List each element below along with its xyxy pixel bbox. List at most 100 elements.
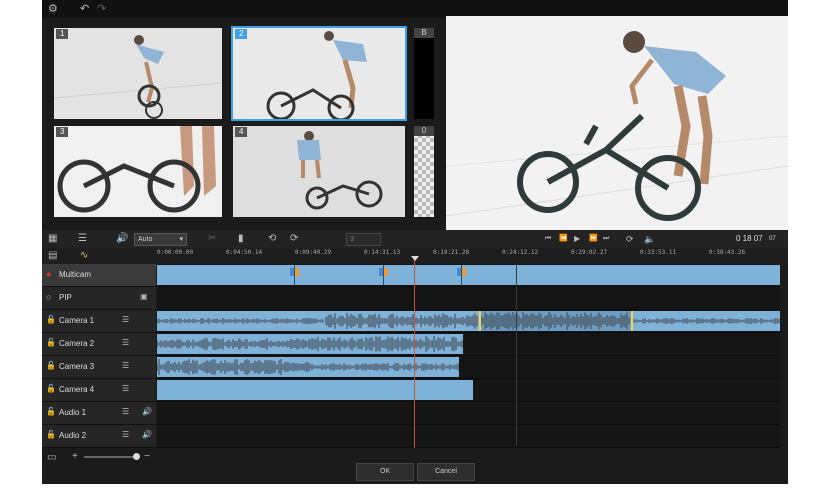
timeline-settings-icon[interactable]: ▤ (48, 250, 57, 262)
audio-clip[interactable] (157, 311, 325, 331)
track-header-audio-2[interactable]: 🔓 Audio 2 ☰ 🔊 (42, 425, 156, 448)
side-slot-b[interactable]: B (414, 28, 434, 119)
audio-clip[interactable] (157, 334, 310, 354)
list-settings-icon[interactable]: ☰ (78, 233, 87, 245)
track-pip: ○ PIP ▣ (42, 287, 788, 310)
go-to-end-icon[interactable]: ⏭ (603, 233, 609, 245)
camera-number-2: 2 (235, 29, 248, 39)
multicam-clip[interactable] (157, 265, 780, 285)
lock-icon[interactable]: 🔓 (46, 361, 56, 371)
storyboard-icon[interactable]: ▭ (47, 452, 56, 464)
ruler-tick-label: 0:19:21.28 (433, 249, 470, 256)
multicam-editor-window: ⚙ ↶ ↷ 1 2 B 3 4 0 ▦ ☰ 🔊 Auto ▾ ✂ ▮ ⟲ ⟳ 3… (42, 0, 788, 484)
switch-marker[interactable] (462, 268, 466, 276)
circle-icon[interactable]: ○ (46, 292, 51, 302)
track-header-multicam[interactable]: ● Multicam (42, 264, 156, 287)
timecode-display: 0 18 07 (736, 234, 763, 243)
number-stepper[interactable]: 3 (346, 233, 381, 246)
settings-gear-icon[interactable]: ⚙ (48, 2, 58, 16)
timeline-ruler[interactable]: 0:00:00.00 0:04:50.14 0:09:40.29 0:14:31… (157, 248, 780, 264)
track-header-camera-2[interactable]: 🔓 Camera 2 ☰ (42, 333, 156, 356)
lock-icon[interactable]: 🔓 (46, 407, 56, 417)
selected-audio-clip[interactable] (479, 311, 633, 331)
waveform (310, 336, 463, 352)
track-camera-4: 🔓 Camera 4 ☰ (42, 379, 788, 402)
rotate-right-icon[interactable]: ⟳ (290, 233, 298, 245)
step-back-icon[interactable]: ⏪ (559, 233, 568, 245)
switch-marker[interactable] (384, 268, 388, 276)
waveform (325, 313, 478, 329)
camera-view-2[interactable]: 2 (231, 26, 407, 121)
lock-icon[interactable]: 🔓 (46, 384, 56, 394)
audio-clip[interactable] (310, 334, 463, 354)
track-name: Camera 3 (59, 362, 95, 371)
playback-volume-icon[interactable]: 🔈 (644, 233, 655, 245)
camera-view-4[interactable]: 4 (233, 126, 405, 217)
track-settings-icon[interactable]: ☰ (122, 338, 129, 348)
zoom-out-icon[interactable]: − (144, 451, 150, 463)
track-settings-icon[interactable]: ☰ (122, 384, 129, 394)
marker-pin-icon[interactable]: ▮ (238, 233, 244, 245)
cancel-button[interactable]: Cancel (417, 463, 475, 481)
track-header-audio-1[interactable]: 🔓 Audio 1 ☰ 🔊 (42, 402, 156, 425)
camera-view-3[interactable]: 3 (54, 126, 222, 217)
track-lane-multicam[interactable] (157, 264, 780, 287)
lock-icon[interactable]: 🔓 (46, 315, 56, 325)
track-lane-camera-4[interactable] (157, 379, 780, 402)
track-settings-icon[interactable]: ☰ (122, 361, 129, 371)
camera-3-thumbnail (54, 126, 222, 217)
audio-clip[interactable] (157, 380, 310, 400)
camera-number-1: 1 (56, 29, 69, 39)
pip-icon[interactable]: ▣ (140, 292, 148, 302)
track-header-camera-4[interactable]: 🔓 Camera 4 ☰ (42, 379, 156, 402)
audio-wave-icon[interactable]: ∿ (80, 250, 88, 262)
track-lane-audio-1[interactable] (157, 402, 780, 425)
track-lane-audio-2[interactable] (157, 425, 780, 448)
rotate-left-icon[interactable]: ⟲ (268, 233, 276, 245)
audio-clip[interactable] (157, 357, 310, 377)
side-slot-transparent[interactable]: 0 (414, 126, 434, 217)
repeat-icon[interactable]: ⟳ (626, 233, 634, 245)
playhead-line[interactable] (414, 256, 415, 460)
go-to-start-icon[interactable]: ⏮ (545, 233, 551, 245)
ruler-tick-label: 0:33:53.11 (640, 249, 677, 256)
audio-clip[interactable] (310, 380, 473, 400)
track-header-camera-3[interactable]: 🔓 Camera 3 ☰ (42, 356, 156, 379)
step-forward-icon[interactable]: ⏩ (589, 233, 598, 245)
zoom-slider-handle[interactable] (133, 453, 140, 460)
track-header-pip[interactable]: ○ PIP ▣ (42, 287, 156, 310)
layout-grid-icon[interactable]: ▦ (48, 233, 57, 245)
audio-clip[interactable] (325, 311, 479, 331)
audio-clip[interactable] (633, 311, 780, 331)
playhead-handle[interactable] (411, 256, 419, 261)
track-settings-icon[interactable]: ☰ (122, 407, 129, 417)
zoom-slider-track[interactable] (84, 456, 136, 458)
track-name: Multicam (59, 270, 92, 279)
redo-icon[interactable]: ↷ (97, 2, 106, 16)
track-lane-pip[interactable] (157, 287, 780, 310)
track-settings-icon[interactable]: ☰ (122, 430, 129, 440)
track-name: Audio 1 (59, 408, 87, 417)
zoom-in-icon[interactable]: + (72, 451, 78, 463)
clip-cut-line (294, 265, 295, 285)
camera-2-thumbnail (233, 28, 405, 119)
scissors-icon[interactable]: ✂ (208, 233, 216, 245)
track-header-camera-1[interactable]: 🔓 Camera 1 ☰ (42, 310, 156, 333)
camera-view-1[interactable]: 1 (54, 28, 222, 119)
undo-icon[interactable]: ↶ (80, 2, 89, 16)
switch-marker[interactable] (295, 268, 299, 276)
speaker-icon[interactable]: 🔊 (142, 407, 152, 417)
track-lane-camera-2[interactable] (157, 333, 780, 356)
mode-dropdown[interactable]: Auto ▾ (134, 233, 187, 246)
volume-icon[interactable]: 🔊 (116, 233, 128, 245)
track-lane-camera-3[interactable] (157, 356, 780, 379)
track-settings-icon[interactable]: ☰ (122, 315, 129, 325)
play-icon[interactable]: ▶ (574, 233, 580, 245)
record-dot-icon[interactable]: ● (46, 269, 51, 279)
track-lane-camera-1[interactable] (157, 310, 780, 333)
ok-button[interactable]: OK (356, 463, 414, 481)
lock-icon[interactable]: 🔓 (46, 430, 56, 440)
lock-icon[interactable]: 🔓 (46, 338, 56, 348)
speaker-icon[interactable]: 🔊 (142, 430, 152, 440)
audio-clip[interactable] (310, 357, 459, 377)
